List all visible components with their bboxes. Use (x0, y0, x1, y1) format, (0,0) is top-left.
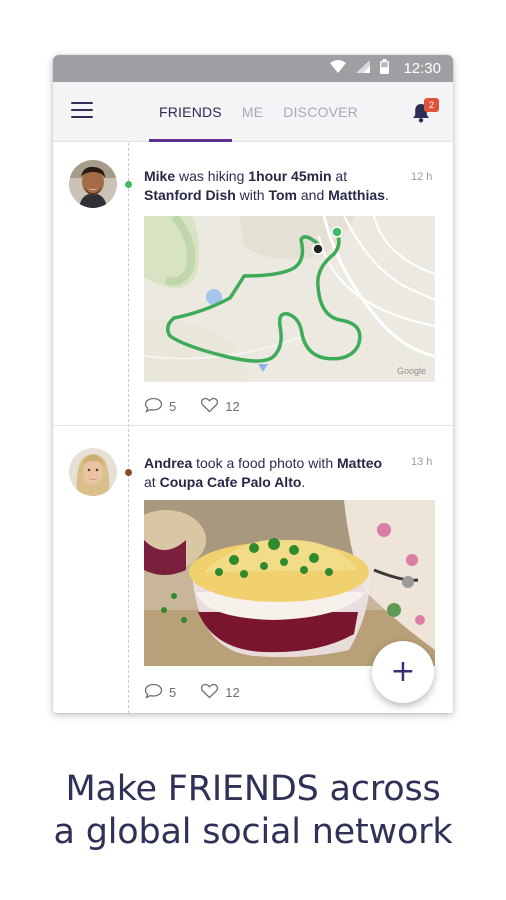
comment-icon (144, 397, 163, 416)
post-text: . (384, 187, 389, 203)
tab-me[interactable]: ME (232, 82, 273, 142)
post-time: 12 h (411, 171, 433, 183)
post-friend[interactable]: Tom (268, 187, 297, 203)
battery-icon (380, 58, 390, 79)
timeline-dot (125, 469, 132, 476)
post-description: Mike was hiking 1hour 45min at Stanford … (144, 167, 404, 205)
post-place[interactable]: Coupa Cafe Palo Alto (160, 474, 302, 490)
caption-line-2: a global social network (53, 812, 453, 852)
signal-icon (356, 59, 371, 78)
comment-button[interactable]: 5 (144, 397, 176, 416)
post-description: Andrea took a food photo with Matteo at … (144, 454, 404, 492)
add-post-button[interactable]: + (372, 641, 434, 703)
post-text: took a food photo with (192, 455, 337, 471)
status-bar: 12:30 (53, 55, 453, 82)
post-friend[interactable]: Matteo (337, 455, 382, 471)
post-user[interactable]: Mike (144, 168, 175, 184)
phone-frame: 12:30 FRIENDS ME DISCOVER 2 Mike was hik… (53, 55, 453, 713)
notification-badge: 2 (424, 98, 439, 112)
tab-discover[interactable]: DISCOVER (273, 82, 368, 142)
comment-count: 5 (169, 399, 177, 414)
post-text: at (331, 168, 348, 184)
comment-icon (144, 683, 163, 702)
post-text: . (301, 474, 306, 490)
post-actions: 5 12 (144, 397, 240, 416)
like-count: 12 (225, 399, 240, 414)
like-count: 12 (225, 685, 240, 700)
post-duration: 1hour 45min (248, 168, 332, 184)
caption-line-1: Make FRIENDS across (65, 769, 441, 809)
hamburger-menu-icon[interactable] (71, 102, 93, 120)
activity-feed: Mike was hiking 1hour 45min at Stanford … (53, 143, 453, 713)
post-text: with (235, 187, 269, 203)
timeline-dot (125, 181, 132, 188)
post-text: and (296, 187, 329, 203)
food-photo[interactable] (144, 500, 435, 666)
tab-friends[interactable]: FRIENDS (149, 82, 232, 142)
avatar[interactable] (69, 160, 117, 208)
promo-caption: Make FRIENDS across a global social netw… (0, 768, 506, 854)
post-user[interactable]: Andrea (144, 455, 192, 471)
plus-icon: + (390, 654, 416, 689)
feed-post: Mike was hiking 1hour 45min at Stanford … (53, 143, 453, 426)
post-actions: 5 12 (144, 683, 240, 702)
post-friend[interactable]: Matthias (328, 187, 385, 203)
heart-icon (200, 397, 219, 416)
avatar[interactable] (69, 448, 117, 496)
post-place[interactable]: Stanford Dish (144, 187, 236, 203)
like-button[interactable]: 12 (200, 683, 240, 702)
post-text: at (144, 474, 160, 490)
route-map[interactable]: Google (144, 216, 435, 382)
comment-count: 5 (169, 685, 177, 700)
heart-icon (200, 683, 219, 702)
like-button[interactable]: 12 (200, 397, 240, 416)
post-time: 13 h (411, 456, 433, 468)
post-text: was hiking (175, 168, 249, 184)
status-time: 12:30 (403, 60, 441, 77)
comment-button[interactable]: 5 (144, 683, 176, 702)
wifi-icon (330, 59, 347, 78)
app-bar: FRIENDS ME DISCOVER 2 (53, 82, 453, 142)
tab-bar: FRIENDS ME DISCOVER (149, 82, 368, 142)
map-watermark: Google (397, 366, 426, 376)
